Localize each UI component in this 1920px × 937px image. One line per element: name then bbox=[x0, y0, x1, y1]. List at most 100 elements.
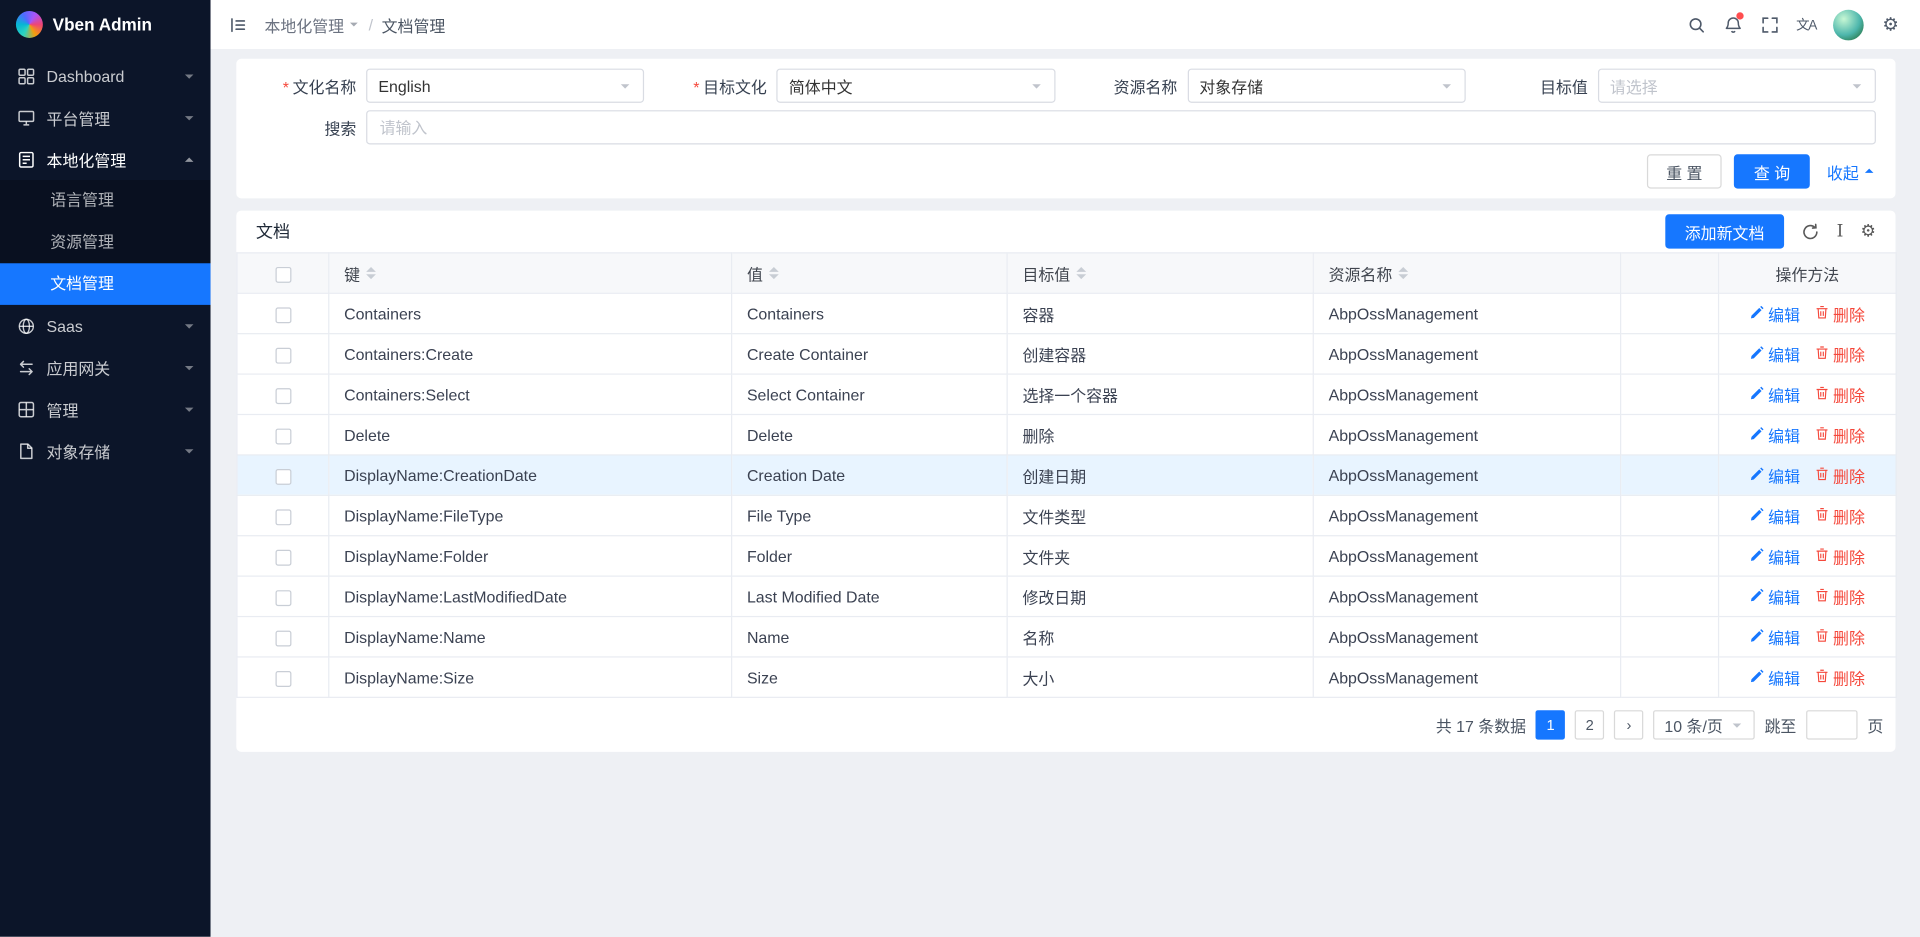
refresh-icon[interactable] bbox=[1801, 222, 1819, 240]
column-header-目标值[interactable]: 目标值 bbox=[1007, 253, 1313, 293]
sidebar-item-platform[interactable]: 平台管理 bbox=[0, 97, 211, 139]
delete-button[interactable]: 删除 bbox=[1815, 544, 1865, 567]
search-icon[interactable] bbox=[1679, 7, 1713, 41]
sidebar-item-label: 管理 bbox=[47, 397, 172, 420]
delete-button[interactable]: 删除 bbox=[1815, 423, 1865, 446]
menu-fold-icon[interactable] bbox=[220, 7, 254, 41]
delete-button[interactable]: 删除 bbox=[1815, 383, 1865, 406]
add-document-button[interactable]: 添加新文档 bbox=[1665, 214, 1784, 248]
cell-resource: AbpOssManagement bbox=[1313, 455, 1620, 495]
breadcrumb-current[interactable]: 文档管理 bbox=[382, 13, 446, 36]
sidebar-item-dashboard[interactable]: Dashboard bbox=[0, 55, 211, 97]
breadcrumb-item[interactable]: 本地化管理 bbox=[264, 13, 360, 36]
edit-button[interactable]: 编辑 bbox=[1750, 625, 1800, 648]
sidebar-subitem-document[interactable]: 文档管理 bbox=[0, 263, 211, 305]
row-select-cell bbox=[237, 293, 329, 333]
sidebar-item-admin[interactable]: 管理 bbox=[0, 388, 211, 430]
translate-icon[interactable]: 文A bbox=[1789, 7, 1823, 41]
select-all-checkbox[interactable] bbox=[275, 266, 291, 282]
next-page-button[interactable]: › bbox=[1614, 710, 1643, 739]
cell-key: DisplayName:Folder bbox=[329, 536, 732, 576]
edit-button[interactable]: 编辑 bbox=[1750, 544, 1800, 567]
edit-button[interactable]: 编辑 bbox=[1750, 463, 1800, 486]
chevron-down-icon bbox=[182, 402, 195, 415]
logo[interactable]: Vben Admin bbox=[0, 0, 211, 49]
logo-icon bbox=[16, 11, 43, 38]
sort-icon[interactable] bbox=[1076, 267, 1086, 279]
chevron-down-icon bbox=[182, 444, 195, 457]
delete-button[interactable]: 删除 bbox=[1815, 302, 1865, 325]
row-checkbox[interactable] bbox=[275, 670, 291, 686]
settings-gear-icon[interactable]: ⚙ bbox=[1873, 7, 1907, 41]
delete-button[interactable]: 删除 bbox=[1815, 666, 1865, 689]
edit-button[interactable]: 编辑 bbox=[1750, 383, 1800, 406]
column-header-键[interactable]: 键 bbox=[329, 253, 732, 293]
sidebar-subitem-language[interactable]: 语言管理 bbox=[0, 180, 211, 222]
delete-button[interactable]: 删除 bbox=[1815, 504, 1865, 527]
sort-icon[interactable] bbox=[1398, 267, 1408, 279]
row-checkbox[interactable] bbox=[275, 590, 291, 606]
row-checkbox[interactable] bbox=[275, 388, 291, 404]
table-row: DisplayName:CreationDateCreation Date创建日… bbox=[237, 455, 1896, 495]
jump-page-input[interactable] bbox=[1806, 710, 1857, 739]
row-checkbox[interactable] bbox=[275, 468, 291, 484]
edit-button[interactable]: 编辑 bbox=[1750, 342, 1800, 365]
row-checkbox[interactable] bbox=[275, 630, 291, 646]
filter-field-target-culture: *目标文化简体中文 bbox=[666, 69, 1054, 103]
column-settings-icon[interactable]: ⚙ bbox=[1861, 222, 1876, 242]
row-checkbox[interactable] bbox=[275, 307, 291, 323]
row-checkbox[interactable] bbox=[275, 428, 291, 444]
search-input[interactable] bbox=[366, 110, 1876, 144]
column-header-值[interactable]: 值 bbox=[732, 253, 1008, 293]
sidebar-item-saas[interactable]: Saas bbox=[0, 305, 211, 347]
page-1-button[interactable]: 1 bbox=[1536, 710, 1565, 739]
delete-button[interactable]: 删除 bbox=[1815, 342, 1865, 365]
row-checkbox[interactable] bbox=[275, 347, 291, 363]
sidebar-item-storage[interactable]: 对象存储 bbox=[0, 430, 211, 472]
sort-icon[interactable] bbox=[769, 267, 779, 279]
target-value-select[interactable]: 请选择 bbox=[1598, 69, 1876, 103]
page-size-select[interactable]: 10 条/页 bbox=[1653, 710, 1754, 739]
resource-name-select[interactable]: 对象存储 bbox=[1187, 69, 1465, 103]
sidebar-item-gateway[interactable]: 应用网关 bbox=[0, 347, 211, 389]
table-header-row: 键值目标值资源名称操作方法 bbox=[237, 253, 1896, 293]
delete-button[interactable]: 删除 bbox=[1815, 585, 1865, 608]
page-unit-label: 页 bbox=[1867, 713, 1883, 736]
cell-value: File Type bbox=[732, 495, 1008, 535]
row-checkbox[interactable] bbox=[275, 549, 291, 565]
cell-actions: 编辑删除 bbox=[1719, 293, 1897, 333]
cell-actions: 编辑删除 bbox=[1719, 576, 1897, 616]
cell-actions: 编辑删除 bbox=[1719, 455, 1897, 495]
notification-bell-icon[interactable] bbox=[1716, 7, 1750, 41]
query-button[interactable]: 查 询 bbox=[1734, 154, 1809, 188]
avatar[interactable] bbox=[1833, 9, 1864, 40]
edit-button[interactable]: 编辑 bbox=[1750, 302, 1800, 325]
culture-name-select[interactable]: English bbox=[366, 69, 644, 103]
table-row: DisplayName:FileTypeFile Type文件类型AbpOssM… bbox=[237, 495, 1896, 535]
sidebar-item-localization[interactable]: 本地化管理 bbox=[0, 138, 211, 180]
target-culture-select[interactable]: 简体中文 bbox=[777, 69, 1055, 103]
pencil-icon bbox=[1750, 304, 1765, 322]
row-height-icon[interactable]: I bbox=[1837, 223, 1844, 240]
delete-button[interactable]: 删除 bbox=[1815, 625, 1865, 648]
filter-field-culture-name: *文化名称English bbox=[256, 69, 644, 103]
cell-actions: 编辑删除 bbox=[1719, 657, 1897, 697]
pagination-total: 共 17 条数据 bbox=[1436, 713, 1526, 736]
edit-button[interactable]: 编辑 bbox=[1750, 504, 1800, 527]
row-select-cell bbox=[237, 455, 329, 495]
search-label: 搜索 bbox=[256, 116, 356, 139]
column-header-资源名称[interactable]: 资源名称 bbox=[1313, 253, 1620, 293]
row-checkbox[interactable] bbox=[275, 509, 291, 525]
page-2-button[interactable]: 2 bbox=[1575, 710, 1604, 739]
reset-button[interactable]: 重 置 bbox=[1647, 154, 1722, 188]
sidebar-subitem-resource[interactable]: 资源管理 bbox=[0, 222, 211, 264]
trash-icon bbox=[1815, 426, 1830, 444]
fullscreen-icon[interactable] bbox=[1752, 7, 1786, 41]
delete-button[interactable]: 删除 bbox=[1815, 463, 1865, 486]
edit-button[interactable]: 编辑 bbox=[1750, 666, 1800, 689]
sort-icon[interactable] bbox=[366, 267, 376, 279]
chevron-down-icon bbox=[1029, 79, 1042, 92]
edit-button[interactable]: 编辑 bbox=[1750, 585, 1800, 608]
collapse-toggle[interactable]: 收起 bbox=[1827, 160, 1876, 183]
edit-button[interactable]: 编辑 bbox=[1750, 423, 1800, 446]
